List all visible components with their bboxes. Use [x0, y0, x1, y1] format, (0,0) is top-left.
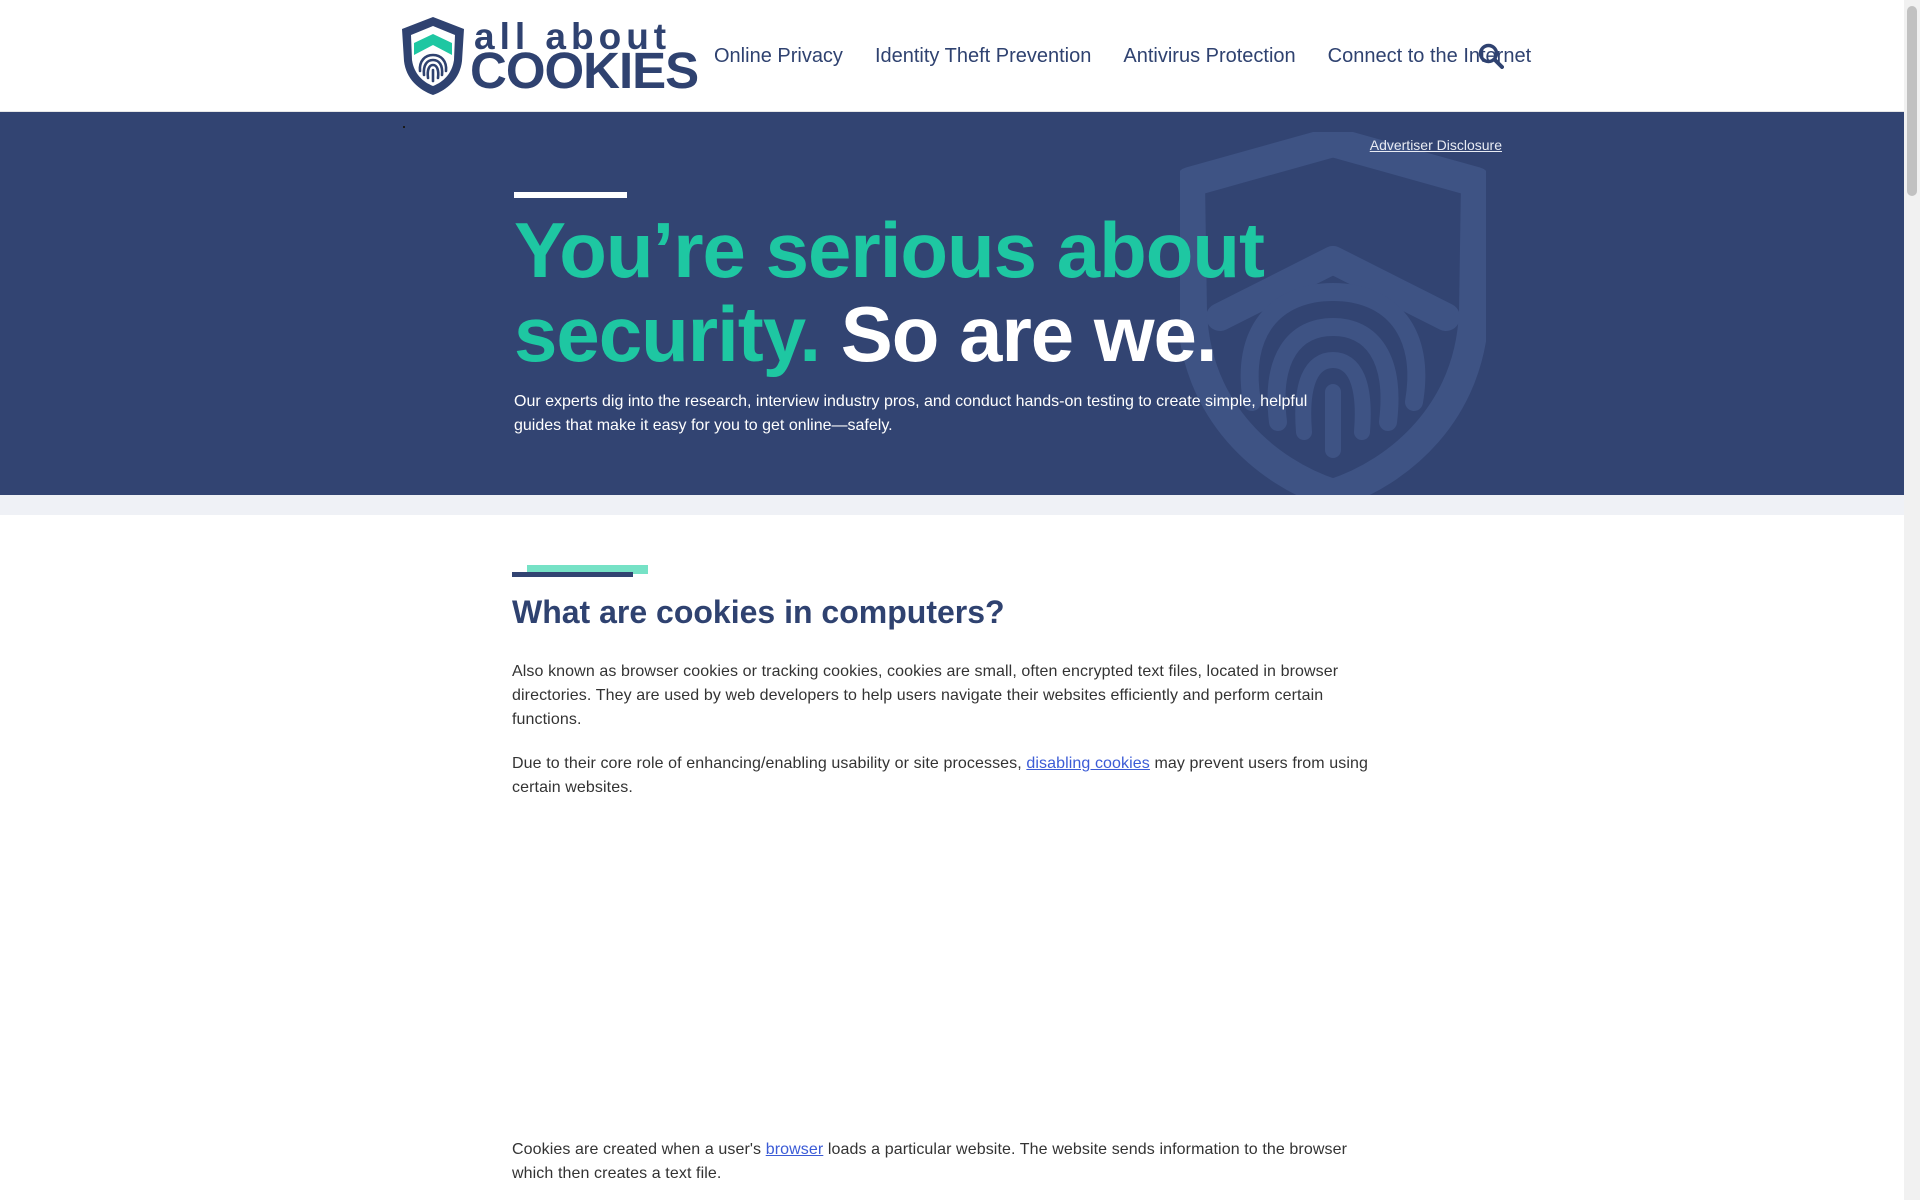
search-icon[interactable]: [1478, 43, 1504, 69]
site-header: all about COOKIES Online Privacy Identit…: [0, 0, 1904, 112]
hero-accent-bar: [514, 192, 627, 198]
hero-subtitle: Our experts dig into the research, inter…: [514, 393, 1308, 434]
advertiser-disclosure-link[interactable]: Advertiser Disclosure: [1370, 137, 1502, 153]
scrollbar-thumb[interactable]: [1907, 6, 1917, 196]
paragraph-text: Due to their core role of enhancing/enab…: [512, 755, 1027, 772]
heading-accent: [512, 560, 648, 578]
paragraph-text: Cookies are created when a user's: [512, 1141, 766, 1158]
vertical-scrollbar[interactable]: [1904, 0, 1920, 1200]
heading-accent-navy: [512, 572, 633, 577]
disabling-cookies-link[interactable]: disabling cookies: [1026, 755, 1150, 772]
article-paragraph: Cookies are created when a user's browse…: [512, 1138, 1392, 1186]
nav-online-privacy[interactable]: Online Privacy: [714, 45, 843, 68]
hero-dot: [403, 126, 405, 128]
main-nav: Online Privacy Identity Theft Prevention…: [714, 41, 1563, 71]
nav-antivirus-protection[interactable]: Antivirus Protection: [1123, 45, 1295, 68]
article-paragraph: Also known as browser cookies or trackin…: [512, 663, 1339, 728]
hero-banner: Advertiser Disclosure You’re serious abo…: [0, 112, 1904, 495]
ad-space: [512, 820, 1392, 1138]
site-logo[interactable]: all about COOKIES: [400, 15, 699, 99]
hero-title-white: So are we.: [840, 290, 1218, 378]
page: all about COOKIES Online Privacy Identit…: [0, 0, 1904, 1200]
browser-link[interactable]: browser: [766, 1141, 824, 1158]
article-paragraph: Due to their core role of enhancing/enab…: [512, 752, 1392, 800]
article-content: What are cookies in computers? Also know…: [512, 560, 1392, 1200]
section-divider-band: [0, 495, 1904, 515]
shield-fingerprint-icon: [402, 17, 464, 95]
article-heading: What are cookies in computers?: [512, 594, 1005, 630]
logo-text-bottom: COOKIES: [470, 42, 699, 99]
hero-title: You’re serious about security. So are we…: [514, 208, 1334, 376]
nav-identity-theft-prevention[interactable]: Identity Theft Prevention: [875, 45, 1091, 68]
